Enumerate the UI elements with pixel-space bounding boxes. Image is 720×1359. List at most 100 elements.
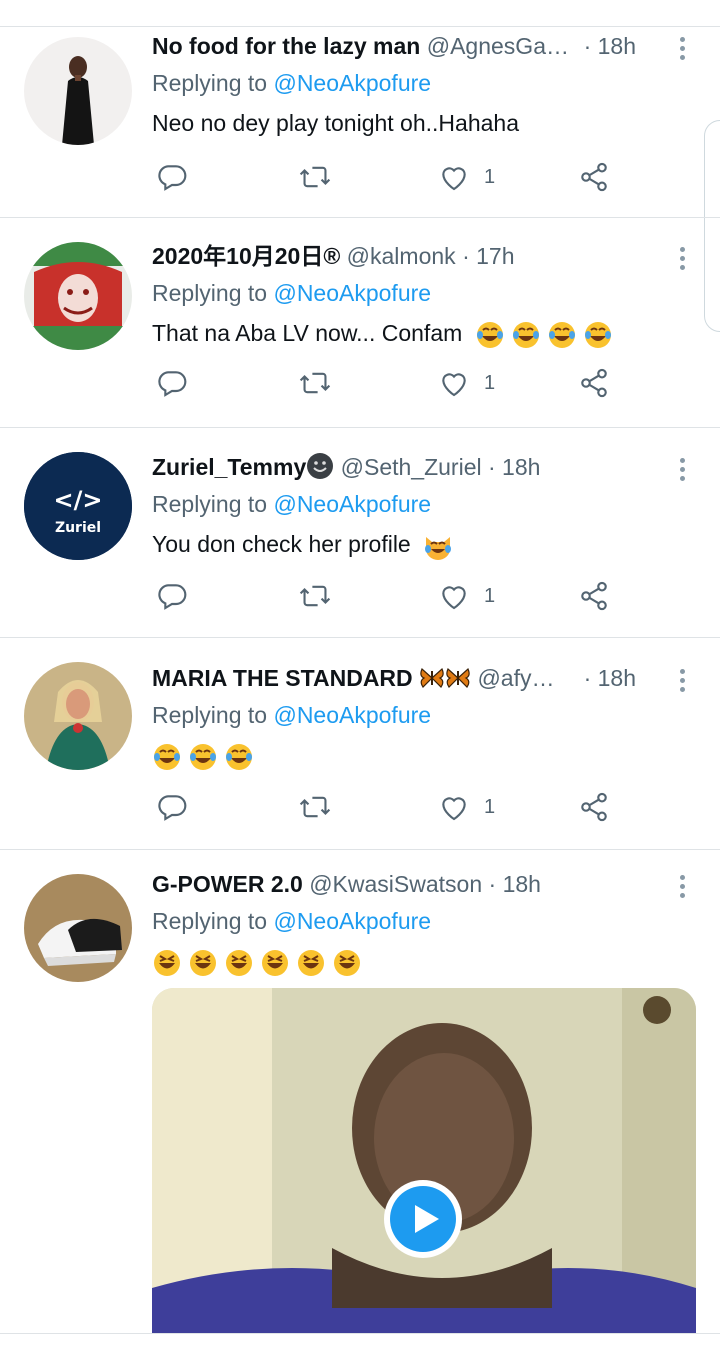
share-icon [581,368,607,398]
avatar[interactable] [24,242,132,350]
bottom-divider [0,1333,720,1334]
display-name[interactable]: G-POWER 2.0 [152,871,303,897]
tweet-header: MARIA THE STANDARD @afy… · 18h [152,661,700,695]
more-icon[interactable] [680,669,686,696]
action-bar: 1 [152,791,632,831]
reply-button[interactable] [156,161,188,193]
display-name[interactable]: 2020年10月20日® [152,243,340,269]
reply-tweet[interactable]: No food for the lazy man @AgnesGa… · 18h… [0,27,720,218]
laugh-emoji [218,948,254,976]
retweet-button[interactable] [298,161,332,193]
joy-emoji [182,742,218,770]
share-button[interactable] [578,161,610,193]
handle[interactable]: @Seth_Zuriel [341,454,482,480]
reply-tweet[interactable]: MARIA THE STANDARD @afy… · 18h Replying … [0,638,720,850]
share-button[interactable] [578,791,610,823]
like-icon [442,797,466,821]
more-icon[interactable] [680,458,686,485]
retweet-button[interactable] [298,791,332,823]
timestamp[interactable]: · 18h [489,871,541,897]
like-count: 1 [484,584,496,607]
tweet-text: You don check her profile [152,524,700,564]
reply-icon [158,584,187,610]
reply-icon [158,165,187,191]
share-icon [581,162,607,192]
like-button[interactable]: 1 [438,161,495,193]
like-icon [442,586,466,610]
retweet-button[interactable] [298,580,332,612]
reply-tweet[interactable]: 2020年10月20日® @kalmonk · 17h Replying to … [0,218,720,428]
replying-to: Replying to @NeoAkpofure [152,63,700,103]
replying-to: Replying to @NeoAkpofure [152,273,700,313]
joy-emoji [541,320,577,348]
reply-button[interactable] [156,580,188,612]
like-button[interactable]: 1 [438,580,495,612]
more-icon[interactable] [680,875,686,902]
action-bar: 1 [152,161,632,201]
replying-label: Replying to [152,491,268,517]
cat-joy-emoji [417,531,453,560]
reply-button[interactable] [156,791,188,823]
retweet-icon [299,796,331,818]
timestamp[interactable]: · 17h [462,243,514,269]
action-bar: 1 [152,367,632,407]
replying-label: Replying to [152,70,268,96]
share-button[interactable] [578,367,610,399]
more-icon[interactable] [680,247,686,274]
reply-tweet[interactable]: </> Zuriel Zuriel_Temmy @Seth_Zuriel · 1… [0,428,720,638]
avatar[interactable] [24,662,132,770]
share-button[interactable] [578,580,610,612]
smiley-badge-icon [306,453,334,480]
play-icon [390,1186,456,1252]
mention-link[interactable]: @NeoAkpofure [273,908,431,934]
display-name[interactable]: Zuriel_Temmy [152,454,306,480]
tweet-header: No food for the lazy man @AgnesGa… · 18h [152,29,700,63]
joy-emoji [146,742,182,770]
tweet-header: Zuriel_Temmy @Seth_Zuriel · 18h [152,450,700,484]
replying-to: Replying to @NeoAkpofure [152,901,700,941]
avatar[interactable]: </> Zuriel [24,452,132,560]
display-name[interactable]: No food for the lazy man [152,33,420,59]
retweet-button[interactable] [298,367,332,399]
avatar-logo-text: Zuriel [55,520,101,536]
handle[interactable]: @afy… [477,665,554,691]
like-button[interactable]: 1 [438,367,495,399]
butterfly-icon [445,665,471,691]
handle[interactable]: @KwasiSwatson [309,871,482,897]
timestamp[interactable]: · 18h [488,454,540,480]
retweet-icon [299,166,331,188]
laugh-emoji [254,948,290,976]
share-icon [581,792,607,822]
reply-icon [158,371,187,397]
laugh-emoji [290,948,326,976]
handle[interactable]: @AgnesGa… [427,33,569,59]
reply-button[interactable] [156,367,188,399]
more-icon[interactable] [680,37,686,64]
handle[interactable]: @kalmonk [347,243,456,269]
joy-emoji [505,320,541,348]
mention-link[interactable]: @NeoAkpofure [273,491,431,517]
tweet-text-body: That na Aba LV now... Confam [152,320,463,346]
retweet-icon [299,585,331,607]
avatar[interactable] [24,37,132,145]
like-button[interactable]: 1 [438,791,495,823]
timestamp[interactable]: · 18h [584,661,636,695]
avatar[interactable] [24,874,132,982]
retweet-icon [299,372,331,394]
like-count: 1 [484,795,496,818]
video-thumbnail[interactable] [152,988,696,1333]
play-button[interactable] [384,1180,462,1258]
mention-link[interactable]: @NeoAkpofure [273,70,431,96]
display-name[interactable]: MARIA THE STANDARD [152,665,413,691]
tweet-text-body: You don check her profile [152,531,411,557]
timestamp[interactable]: · 18h [584,29,636,63]
like-icon [442,373,466,397]
laugh-emoji [146,948,182,976]
tweet-text: Neo no dey play tonight oh..Hahaha [152,110,519,136]
mention-link[interactable]: @NeoAkpofure [273,702,431,728]
replying-label: Replying to [152,280,268,306]
mention-link[interactable]: @NeoAkpofure [273,280,431,306]
like-icon [442,167,466,191]
action-bar: 1 [152,580,632,620]
tweet-text: That na Aba LV now... Confam [152,313,700,353]
